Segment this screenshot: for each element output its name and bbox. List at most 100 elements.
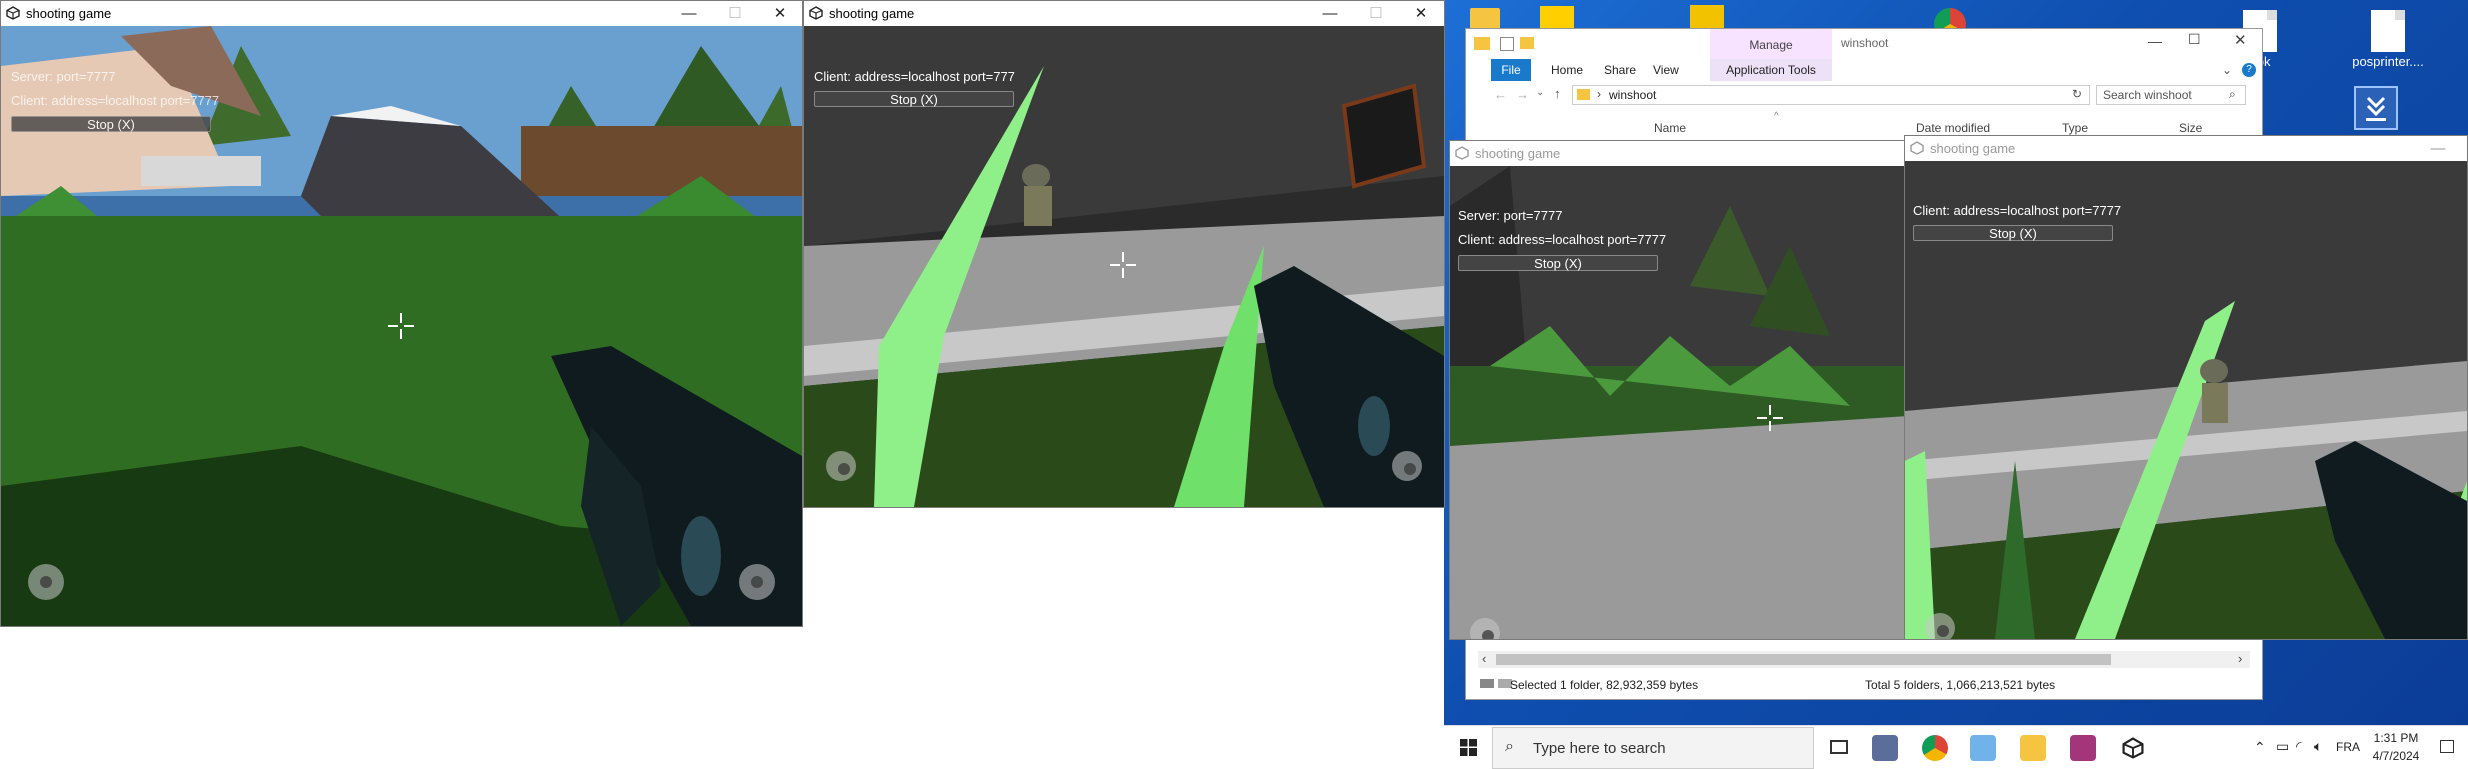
game-titlebar[interactable]: shooting game — ☐ ✕ [804, 1, 1444, 26]
address-bar[interactable]: › winshoot [1572, 85, 2090, 105]
desktop-icon-posprinter[interactable]: posprinter.... [2340, 10, 2436, 69]
stop-button[interactable]: Stop (X) [814, 91, 1014, 107]
maximize-button[interactable]: ☐ [712, 1, 758, 26]
client-status: Client: address=localhost port=7777 [1913, 203, 2122, 218]
game-viewport[interactable]: Client: address=localhost port=7777 Stop… [1905, 161, 2467, 639]
forward-arrow-icon[interactable]: → [1516, 87, 1529, 102]
stop-button[interactable]: Stop (X) [1913, 225, 2113, 241]
application-tools-tab[interactable]: Application Tools [1710, 59, 1832, 81]
folder-small-icon[interactable] [1520, 37, 1534, 49]
game-window-4[interactable]: shooting game — Client: address=localhos… [1904, 135, 2468, 640]
volume-icon[interactable]: 🔈︎ [2314, 738, 2322, 755]
task-view-icon[interactable] [1830, 740, 1848, 754]
client-status: Client: address=localhost port=7777 [11, 93, 220, 108]
server-status: Server: port=7777 [11, 69, 116, 84]
column-header-date-modified[interactable]: Date modified [1916, 121, 1990, 135]
game-window-3[interactable]: shooting game Server: port=7777 Client: … [1449, 140, 1909, 640]
folder-icon [1474, 37, 1490, 50]
tab-view[interactable]: View [1653, 63, 1679, 77]
notification-icon[interactable] [2440, 740, 2454, 753]
close-button[interactable]: ✕ [2234, 31, 2247, 49]
right-joystick[interactable] [739, 564, 775, 600]
address-path: winshoot [1609, 88, 1657, 102]
refresh-icon[interactable]: ↻ [2072, 87, 2082, 101]
maximize-button[interactable]: ☐ [2188, 31, 2201, 48]
close-button[interactable]: ✕ [1398, 1, 1444, 26]
left-joystick[interactable] [1925, 613, 1955, 639]
folder-icon [1577, 89, 1590, 100]
minimize-button[interactable]: — [2148, 33, 2162, 49]
game-window-2[interactable]: shooting game — ☐ ✕ Client: address=loca… [803, 0, 1445, 508]
unity-logo-icon [1910, 141, 1924, 155]
column-header-size[interactable]: Size [2179, 121, 2202, 135]
manage-tab[interactable]: Manage [1710, 29, 1832, 59]
game-viewport[interactable]: Server: port=7777 Client: address=localh… [1450, 166, 1908, 639]
scrollbar-thumb[interactable] [1496, 654, 2111, 665]
left-joystick[interactable] [826, 451, 856, 481]
game-titlebar[interactable]: shooting game — ☐ ✕ [1, 1, 802, 26]
stop-button[interactable]: Stop (X) [1458, 255, 1658, 271]
language-indicator[interactable]: FRA [2336, 740, 2360, 754]
game-titlebar[interactable]: shooting game — [1905, 136, 2467, 161]
scroll-right-icon[interactable]: › [2238, 651, 2242, 666]
file-tab[interactable]: File [1491, 59, 1531, 81]
unity-taskbar-icon[interactable] [2122, 737, 2144, 759]
crosshair-icon [388, 313, 414, 339]
minimize-button[interactable]: — [666, 1, 712, 26]
minimize-button[interactable]: — [1307, 1, 1353, 26]
back-arrow-icon[interactable]: ← [1494, 87, 1507, 102]
crosshair-icon [1110, 252, 1136, 278]
game-titlebar[interactable]: shooting game [1450, 141, 1908, 166]
close-button[interactable]: ✕ [757, 1, 803, 26]
winrar-taskbar-icon[interactable] [2070, 735, 2096, 761]
ribbon-expand-icon[interactable]: ⌄ [2222, 63, 2232, 77]
file-explorer-taskbar-icon[interactable] [2020, 735, 2046, 761]
horizontal-scrollbar[interactable]: ‹ › [1478, 651, 2250, 668]
column-header-type[interactable]: Type [2062, 121, 2088, 135]
taskbar-app-game-icon[interactable] [1872, 735, 1898, 761]
chrome-taskbar-icon[interactable] [1922, 735, 1948, 761]
checkmark-icon[interactable] [1500, 37, 1514, 51]
notepad-taskbar-icon[interactable] [1970, 735, 1996, 761]
clock-date[interactable]: 4/7/2024 [2365, 749, 2427, 763]
stop-button[interactable]: Stop (X) [11, 116, 211, 132]
search-icon: ⌕ [2229, 87, 2236, 101]
status-total: Total 5 folders, 1,066,213,521 bytes [1865, 678, 2056, 692]
desktop-icon-label: posprinter.... [2352, 54, 2424, 69]
game-window-title: shooting game [1930, 141, 2016, 156]
wifi-icon[interactable]: ◜ [2296, 738, 2301, 755]
search-icon: ⌕ [1505, 738, 1514, 755]
breadcrumb-chevron-icon: › [1597, 87, 1601, 101]
explorer-titlebar[interactable]: Manage winshoot — ☐ ✕ [1466, 29, 2262, 59]
dropdown-arrow-icon[interactable]: ⌄ [1536, 87, 1544, 98]
windows-start-icon[interactable] [1460, 739, 1477, 756]
download-app-icon[interactable] [2354, 86, 2398, 130]
sort-arrow-icon: ^ [1774, 111, 1779, 122]
client-status: Client: address=localhost port=7777 [1458, 232, 1667, 247]
tray-chevron-icon[interactable]: ⌃ [2254, 739, 2266, 756]
unity-logo-icon [6, 6, 20, 20]
drive-icon [1480, 679, 1494, 688]
game-window-1[interactable]: shooting game — ☐ ✕ Server: port=7777 Cl… [0, 0, 803, 627]
up-arrow-icon[interactable]: ↑ [1554, 86, 1561, 101]
minimize-button[interactable]: — [2415, 136, 2461, 161]
explorer-title: winshoot [1841, 36, 1889, 50]
server-status: Server: port=7777 [1458, 208, 1563, 223]
tab-share[interactable]: Share [1604, 63, 1636, 77]
taskbar-search-box[interactable]: ⌕ Type here to search [1492, 727, 1814, 769]
right-joystick[interactable] [1392, 451, 1422, 481]
game-viewport[interactable]: Server: port=7777 Client: address=localh… [1, 26, 802, 626]
search-box[interactable]: Search winshoot ⌕ [2096, 85, 2246, 105]
client-status: Client: address=localhost port=777 [814, 69, 1015, 84]
clock-time[interactable]: 1:31 PM [2365, 731, 2427, 745]
network-icon[interactable]: ▭ [2276, 738, 2289, 755]
tab-home[interactable]: Home [1551, 63, 1583, 77]
game-viewport[interactable]: Client: address=localhost port=777 Stop … [804, 26, 1444, 507]
taskbar: ⌕ Type here to search ⌃ ▭ ◜ 🔈︎ FRA 1:31 … [1444, 725, 2468, 769]
help-icon[interactable]: ? [2242, 63, 2256, 77]
game-window-title: shooting game [1475, 146, 1561, 161]
column-header-name[interactable]: Name [1654, 121, 1686, 135]
left-joystick[interactable] [28, 564, 64, 600]
scroll-left-icon[interactable]: ‹ [1482, 651, 1486, 666]
maximize-button[interactable]: ☐ [1353, 1, 1399, 26]
